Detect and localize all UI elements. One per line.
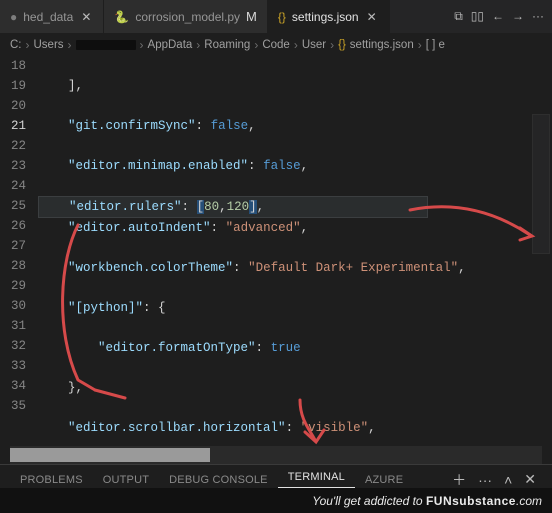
code-content[interactable]: ], "git.confirmSync": false, "editor.min… (38, 56, 552, 440)
tab-label: corrosion_model.py (135, 10, 240, 24)
crumb[interactable]: User (302, 39, 326, 51)
split-editor-icon[interactable]: ▯▯ (471, 9, 484, 24)
editor-minimap[interactable] (532, 114, 550, 254)
editor-tab-bar: ● hed_data ✕ 🐍 corrosion_model.py M {} s… (0, 0, 552, 34)
crumb[interactable]: C: (10, 39, 22, 51)
panel-tab-problems[interactable]: PROBLEMS (10, 474, 93, 486)
scrollbar-thumb[interactable] (10, 448, 210, 462)
modified-badge: M (246, 9, 257, 24)
crumb[interactable]: Roaming (204, 39, 250, 51)
tab-actions: ⧉ ▯▯ ← → ··· (446, 9, 552, 24)
tab-settings-json[interactable]: {} settings.json ✕ (268, 0, 390, 33)
tab-corrosion-model[interactable]: 🐍 corrosion_model.py M (104, 0, 268, 33)
tab-hed-data[interactable]: ● hed_data ✕ (0, 0, 104, 33)
tab-label: settings.json (292, 10, 359, 24)
horizontal-scrollbar[interactable] (10, 446, 542, 464)
compare-icon[interactable]: ⧉ (454, 9, 463, 24)
panel-tab-output[interactable]: OUTPUT (93, 474, 159, 486)
close-icon[interactable]: ✕ (79, 10, 93, 24)
close-panel-icon[interactable]: ✕ (518, 471, 542, 488)
maximize-panel-icon[interactable]: ˄ (498, 472, 518, 488)
python-file-icon: 🐍 (114, 10, 129, 24)
close-icon[interactable]: ✕ (365, 10, 379, 24)
crumb[interactable]: [ ] e (426, 39, 445, 51)
panel-tab-terminal[interactable]: TERMINAL (278, 471, 355, 488)
crumb-redacted (76, 40, 136, 50)
nav-back-icon[interactable]: ← (492, 9, 504, 24)
crumb[interactable]: settings.json (350, 39, 414, 51)
panel-tab-debug-console[interactable]: DEBUG CONSOLE (159, 474, 278, 486)
crumb[interactable]: Users (34, 39, 64, 51)
crumb[interactable]: AppData (148, 39, 193, 51)
line-number-gutter: 181920 212223 242526 272829 303132 33343… (0, 56, 38, 440)
nav-forward-icon[interactable]: → (512, 9, 524, 24)
editor[interactable]: 181920 212223 242526 272829 303132 33343… (0, 56, 552, 440)
new-terminal-icon[interactable]: ＋ (446, 470, 472, 490)
json-file-icon: {} (278, 10, 286, 24)
tab-label: hed_data (23, 10, 73, 24)
watermark: You'll get addicted to FUNsubstance.com (0, 488, 552, 513)
file-icon: ● (10, 10, 17, 24)
more-icon[interactable]: ··· (472, 472, 498, 488)
panel-tab-azure[interactable]: AZURE (355, 474, 413, 486)
more-icon[interactable]: ··· (532, 9, 544, 24)
crumb[interactable]: Code (262, 39, 290, 51)
breadcrumb: C:› Users› › AppData› Roaming› Code› Use… (0, 34, 552, 56)
